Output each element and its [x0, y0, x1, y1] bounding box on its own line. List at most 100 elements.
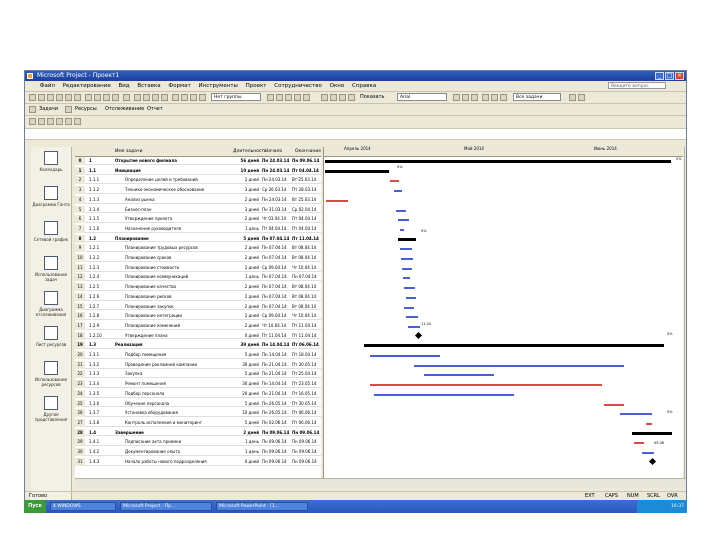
table-row[interactable]: 31 1.4.3 Начало работы нового подразделени… — [75, 457, 321, 466]
table-row[interactable]: 30 1.4.2 Документирование опыта 1 день Пн 09… — [75, 448, 321, 456]
gantt-task-bar[interactable] — [394, 190, 402, 193]
table-row[interactable]: 2 1.1.1 Определение целей и требований 2 дн… — [75, 176, 321, 185]
align-left-icon[interactable] — [482, 94, 489, 101]
header-task-name[interactable]: Имя задачи — [115, 147, 143, 156]
gantt-task-bar[interactable] — [402, 267, 412, 270]
font-select[interactable]: Arial — [397, 93, 447, 101]
task-notes-icon[interactable] — [181, 94, 188, 101]
gantt-task-bar[interactable] — [406, 316, 418, 319]
autofilter-icon[interactable] — [569, 94, 576, 101]
table-row[interactable]: 26 1.3.7 Установка оборудования 10 дней Пн 2… — [75, 409, 321, 418]
table-row[interactable]: 14 1.2.6 Планирование рисков 2 дней Пн 07.04… — [75, 292, 321, 301]
italic-icon[interactable] — [462, 94, 469, 101]
table-row[interactable]: 15 1.2.7 Планирование закупок 2 дней Пн 07.0… — [75, 302, 321, 311]
table-row[interactable]: 21 1.3.2 Проведение рекламной кампании 30 д… — [75, 360, 321, 369]
table-row[interactable]: 28 1.4 Завершение 2 дней Пн 09.06.14 Пн 09.06… — [75, 428, 321, 437]
gantt-task-bar[interactable] — [404, 287, 415, 290]
spell-icon[interactable] — [74, 94, 81, 101]
gantt-task-bar[interactable] — [401, 258, 413, 260]
gantt-task-bar[interactable] — [620, 413, 652, 416]
menu-view[interactable]: Вид — [115, 81, 132, 91]
taskbar-item-powerpoint[interactable]: Microsoft PowerPoint - [1... — [216, 502, 308, 511]
gantt-milestone[interactable] — [648, 457, 657, 465]
table-row[interactable]: 10 1.2.2 Планирование сроков 2 дней Пн 07.04… — [75, 254, 321, 262]
close-icon[interactable]: × — [675, 72, 684, 80]
menu-insert[interactable]: Вставка — [134, 81, 163, 91]
gantt-critical-bar[interactable] — [604, 403, 624, 406]
show-subtasks-icon[interactable] — [47, 118, 54, 125]
preview-icon[interactable] — [65, 94, 72, 101]
table-row[interactable]: 23 1.3.4 Ремонт помещения 30 дней Пн 14.04.1… — [75, 380, 321, 388]
table-row[interactable]: 0 1 Открытие нового филиала 56 дней Пн 24.03… — [75, 157, 321, 165]
gantt-summary-bar[interactable] — [325, 169, 389, 173]
horizontal-scrollbar[interactable] — [75, 478, 686, 487]
table-row[interactable]: 5 1.1.4 Бизнес-план 3 дней Пн 31.03.14 Ср 02.… — [75, 205, 321, 214]
start-button[interactable]: Пуск — [24, 500, 46, 513]
menu-edit[interactable]: Редактирование — [60, 81, 114, 91]
table-row[interactable]: 13 1.2.5 Планирование качества 2 дней Пн 07.… — [75, 283, 321, 291]
gantt-summary-bar[interactable] — [325, 160, 671, 163]
table-row[interactable]: 1 1.1 Инициация 10 дней Пн 24.03.14 Пт 04.04.… — [75, 166, 321, 175]
gantt-task-bar[interactable] — [400, 228, 404, 231]
help-icon[interactable] — [303, 94, 310, 101]
filter-icon[interactable] — [74, 118, 81, 125]
paste-icon[interactable] — [103, 94, 110, 101]
vertical-scrollbar[interactable] — [684, 147, 686, 478]
new-icon[interactable] — [29, 94, 36, 101]
table-row[interactable]: 9 1.2.1 Планирование трудовых ресурсов 2 дн… — [75, 244, 321, 253]
table-row[interactable]: 11 1.2.3 Планирование стоимости 2 дней Ср 09… — [75, 263, 321, 272]
view-gantt[interactable]: Диаграмма Ганта — [31, 184, 71, 218]
show-all-icon[interactable] — [65, 118, 72, 125]
hyperlink-icon[interactable] — [134, 94, 141, 101]
header-finish[interactable]: Окончание — [295, 147, 321, 156]
view-resource-usage[interactable]: Использование ресурсов — [31, 359, 71, 393]
table-row[interactable]: 18 1.2.10 Утверждение плана 0 дней Пт 11.04.… — [75, 331, 321, 340]
entry-bar[interactable] — [25, 129, 686, 140]
open-icon[interactable] — [38, 94, 45, 101]
plus-icon[interactable] — [339, 94, 346, 101]
guide-tracking[interactable]: Отслеживание — [105, 105, 144, 114]
guide-report[interactable]: Отчет — [147, 105, 163, 114]
hide-subtasks-icon[interactable] — [56, 118, 63, 125]
table-row[interactable]: 12 1.2.4 Планирование коммуникаций 1 день Пн… — [75, 273, 321, 282]
gantt-task-bar[interactable] — [404, 306, 414, 309]
group-select[interactable]: Нет группы — [211, 93, 261, 101]
gantt-task-bar[interactable] — [403, 277, 410, 280]
gantt-task-bar[interactable] — [374, 393, 514, 396]
gantt-task-bar[interactable] — [642, 452, 654, 454]
table-row[interactable]: 17 1.2.9 Планирование изменений 2 дней Чт 10… — [75, 321, 321, 330]
table-row[interactable]: 20 1.3.1 Подбор помещения 5 дней Пн 14.04.14… — [75, 351, 321, 359]
table-row[interactable]: 3 1.1.2 Технико-экономическое обоснование 3… — [75, 186, 321, 194]
gantt-task-bar[interactable] — [400, 248, 412, 251]
gantt-summary-bar[interactable] — [398, 237, 416, 241]
gantt-task-bar[interactable] — [408, 325, 420, 328]
guide-tasks[interactable]: Задачи — [39, 105, 58, 114]
view-task-usage[interactable]: Использование задач — [31, 254, 71, 288]
gantt-task-bar[interactable] — [406, 296, 416, 299]
show-label[interactable]: Показать — [360, 93, 385, 102]
gantt-task-bar[interactable] — [370, 355, 440, 357]
split-task-icon[interactable] — [161, 94, 168, 101]
menu-window[interactable]: Окно — [327, 81, 348, 91]
bold-icon[interactable] — [453, 94, 460, 101]
header-duration[interactable]: Длительность — [233, 147, 267, 156]
align-center-icon[interactable] — [491, 94, 498, 101]
help-question-input[interactable]: Введите вопрос — [608, 82, 666, 89]
gantt-critical-bar[interactable] — [634, 442, 644, 445]
view-calendar[interactable]: Календарь — [31, 149, 71, 183]
menu-tools[interactable]: Инструменты — [196, 81, 241, 91]
table-row[interactable]: 27 1.3.8 Контроль исполнения и мониторинг 5… — [75, 418, 321, 427]
copy-picture-icon[interactable] — [294, 94, 301, 101]
gantt-summary-bar[interactable] — [632, 431, 672, 435]
publish-icon[interactable] — [199, 94, 206, 101]
underline-icon[interactable] — [471, 94, 478, 101]
taskbar-item-project[interactable]: Microsoft Project - Пр... — [120, 502, 212, 511]
goto-task-icon[interactable] — [285, 94, 292, 101]
unlink-tasks-icon[interactable] — [152, 94, 159, 101]
gantt-critical-bar[interactable] — [646, 422, 652, 425]
view-other[interactable]: Другие представления — [31, 394, 71, 428]
menu-project[interactable]: Проект — [243, 81, 270, 91]
cut-icon[interactable] — [85, 94, 92, 101]
outline-outdent-icon[interactable] — [38, 118, 45, 125]
guide-resources-icon[interactable] — [65, 106, 72, 113]
